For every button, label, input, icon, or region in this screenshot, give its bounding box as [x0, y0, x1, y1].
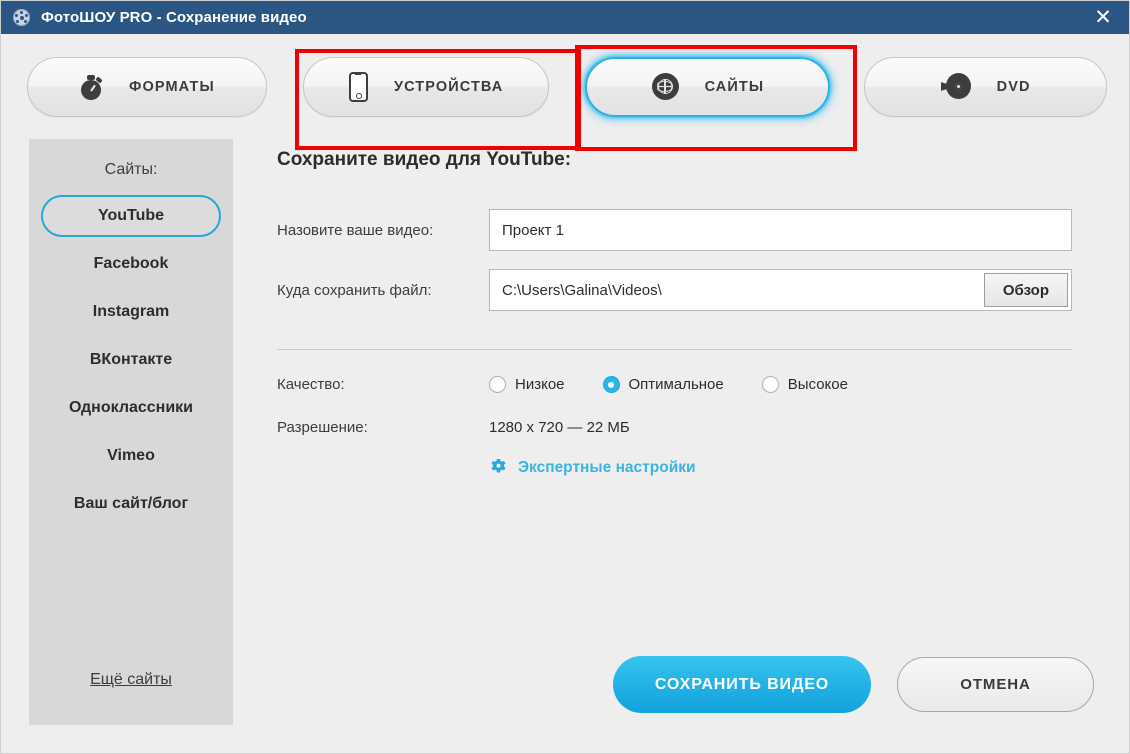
sidebar-item-label: Ваш сайт/блог [73, 495, 189, 512]
globe-icon [651, 73, 679, 100]
tab-sites-label: САЙТЫ [704, 78, 765, 95]
video-name-label: Назовите ваше видео: [277, 221, 434, 239]
main-spacer [277, 477, 1107, 656]
dialog-content: Сайты: YouTube Facebook Instagram ВКонта… [1, 139, 1129, 753]
stopwatch-icon [79, 74, 103, 100]
tab-dvd[interactable]: DVD [864, 56, 1107, 117]
expert-settings-link[interactable]: Экспертные настройки [489, 458, 696, 477]
quality-option-label: Высокое [787, 376, 848, 393]
save-video-button[interactable]: СОХРАНИТЬ ВИДЕО [613, 656, 871, 713]
gear-icon [489, 458, 508, 477]
radio-icon-selected [602, 376, 620, 393]
title-bar: ФотоШОУ PRO - Сохранение видео ✕ [1, 1, 1129, 34]
tab-devices[interactable]: УСТРОЙСТВА [302, 56, 550, 117]
film-reel-icon [13, 9, 30, 26]
resolution-label: Разрешение: [277, 419, 368, 436]
radio-icon [761, 376, 779, 393]
sidebar-title: Сайты: [104, 161, 158, 178]
sidebar-item-label: Facebook [93, 255, 169, 272]
dialog-footer: СОХРАНИТЬ ВИДЕО ОТМЕНА [277, 656, 1107, 753]
quality-option-optimal[interactable]: Оптимальное [602, 376, 724, 393]
tab-devices-label: УСТРОЙСТВА [393, 78, 504, 95]
window-title: ФотоШОУ PRO - Сохранение видео [41, 9, 307, 26]
quality-label: Качество: [277, 376, 345, 393]
sidebar-item-your-site[interactable]: Ваш сайт/блог [41, 483, 221, 525]
quality-row: Качество: Низкое Оптимальное Высокое [277, 376, 1107, 393]
video-name-input[interactable]: Проект 1 [489, 209, 1072, 251]
save-path-input[interactable]: C:\Users\Galina\Videos\ Обзор [489, 269, 1072, 311]
close-icon[interactable]: ✕ [1083, 1, 1123, 34]
cancel-button[interactable]: ОТМЕНА [897, 657, 1094, 712]
quality-option-label: Оптимальное [628, 376, 724, 393]
dvd-icon [940, 73, 971, 100]
section-divider [277, 349, 1072, 350]
sidebar-item-label: ВКонтакте [89, 351, 173, 368]
resolution-value: 1280 x 720 — 22 МБ [489, 419, 630, 436]
more-sites-link[interactable]: Ещё сайты [90, 671, 172, 689]
save-video-dialog: ФотоШОУ PRO - Сохранение видео ✕ ФОРМАТЫ… [0, 0, 1130, 754]
phone-icon [348, 71, 368, 102]
sidebar-item-label: YouTube [97, 207, 165, 224]
save-path-value: C:\Users\Galina\Videos\ [502, 281, 662, 299]
page-title: Сохраните видео для YouTube: [277, 149, 572, 170]
video-name-row: Назовите ваше видео: Проект 1 [277, 209, 1107, 251]
tab-formats-label: ФОРМАТЫ [129, 78, 215, 95]
sidebar-item-vkontakte[interactable]: ВКонтакте [41, 339, 221, 381]
quality-option-high[interactable]: Высокое [761, 376, 848, 393]
sidebar-item-odnoklassniki[interactable]: Одноклассники [41, 387, 221, 429]
sidebar-item-label: Одноклассники [68, 399, 194, 416]
output-type-tabs: ФОРМАТЫ УСТРОЙСТВА САЙТЫ DVD [1, 34, 1129, 139]
expert-settings-label: Экспертные настройки [518, 458, 696, 476]
sidebar-item-youtube[interactable]: YouTube [41, 195, 221, 237]
tab-formats[interactable]: ФОРМАТЫ [27, 56, 267, 117]
sidebar-item-instagram[interactable]: Instagram [41, 291, 221, 333]
radio-icon [489, 376, 506, 393]
tab-dvd-label: DVD [996, 78, 1031, 95]
sidebar-item-label: Instagram [92, 303, 170, 320]
browse-button[interactable]: Обзор [983, 273, 1068, 307]
sidebar-item-vimeo[interactable]: Vimeo [41, 435, 221, 477]
save-path-label: Куда сохранить файл: [277, 281, 432, 299]
sidebar-item-facebook[interactable]: Facebook [41, 243, 221, 285]
sites-sidebar: Сайты: YouTube Facebook Instagram ВКонта… [29, 139, 233, 725]
save-path-row: Куда сохранить файл: C:\Users\Galina\Vid… [277, 269, 1107, 311]
quality-option-label: Низкое [515, 376, 565, 393]
quality-option-low[interactable]: Низкое [489, 376, 565, 393]
resolution-row: Разрешение: 1280 x 720 — 22 МБ [277, 419, 1107, 436]
tab-sites[interactable]: САЙТЫ [585, 56, 831, 117]
sidebar-item-label: Vimeo [107, 447, 155, 464]
main-panel: Сохраните видео для YouTube: Назовите ва… [233, 139, 1107, 753]
